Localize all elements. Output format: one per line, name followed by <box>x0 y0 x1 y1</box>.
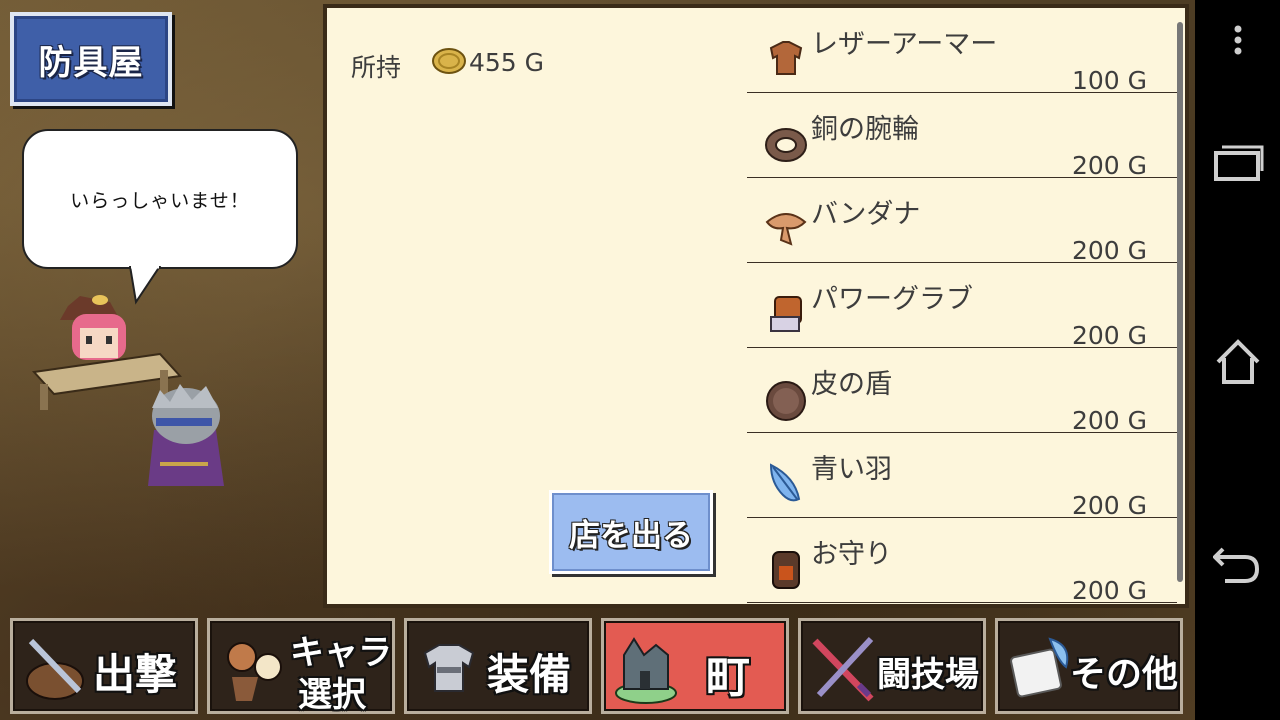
bandana-icon <box>765 213 807 246</box>
power-glove-icon <box>770 296 802 332</box>
item-price: 200 G <box>1071 236 1147 265</box>
item-name: パワーグラブ <box>811 284 973 315</box>
list-item[interactable]: パワーグラブ 200 G <box>747 263 1177 350</box>
leather-shield-icon <box>766 381 806 421</box>
equipment-label: 装備 <box>487 650 572 699</box>
arena-label: 闘技場 <box>877 655 979 695</box>
back-arrow-icon <box>1212 547 1259 583</box>
amulet-icon <box>772 551 800 589</box>
town-button[interactable]: 町 <box>601 618 789 714</box>
equipment-icon <box>423 644 475 692</box>
list-item[interactable]: バンダナ 200 G <box>747 178 1177 265</box>
char-select-label-line2: 選択 <box>298 675 366 715</box>
char-select-button[interactable]: キャラ 選択 <box>207 618 395 715</box>
speech-text: いらっしゃいませ！ <box>70 189 250 212</box>
item-price: 200 G <box>1071 151 1147 180</box>
list-item[interactable]: 青い羽 200 G <box>747 433 1177 520</box>
shop-scene <box>31 295 224 486</box>
arena-icon <box>812 636 874 702</box>
list-item[interactable]: レザーアーマー 100 G <box>747 8 1177 95</box>
other-button[interactable]: その他 <box>995 618 1183 714</box>
android-navigation-bar <box>1195 0 1280 720</box>
sortie-button[interactable]: 出撃 <box>10 618 198 714</box>
game-screen: 防具屋 いらっしゃいませ！ 所持 455 G 店を出る レザーアーマー 100 … <box>0 0 1195 720</box>
back-button[interactable] <box>1195 536 1280 590</box>
other-label: その他 <box>1070 654 1179 695</box>
item-name: レザーアーマー <box>811 29 998 60</box>
overflow-menu-icon <box>1234 25 1241 55</box>
item-list[interactable]: レザーアーマー 100 G 銅の腕輪 200 G バンダナ 200 G パワーグ… <box>747 8 1177 604</box>
town-label: 町 <box>706 652 750 703</box>
blue-feather-icon <box>769 463 801 502</box>
leather-armor-icon <box>769 41 803 75</box>
item-name: お守り <box>811 539 892 570</box>
recent-apps-icon <box>1213 145 1263 181</box>
speech-bubble: いらっしゃいませ！ <box>22 129 298 269</box>
bottom-menu: 出撃 キャラ 選択 装備 町 闘技場 その他 <box>0 612 1195 720</box>
menu-overflow-button[interactable] <box>1195 20 1280 60</box>
other-icon <box>1010 637 1069 698</box>
list-item[interactable]: 皮の盾 200 G <box>747 348 1177 435</box>
list-item[interactable]: お守り 200 G <box>747 518 1177 604</box>
equipment-button[interactable]: 装備 <box>404 618 592 714</box>
hero-sprite <box>148 384 224 486</box>
town-icon <box>615 637 677 704</box>
item-price: 200 G <box>1071 576 1147 604</box>
item-price: 200 G <box>1071 491 1147 520</box>
wallet-amount: 455 G <box>469 48 545 77</box>
shop-panel: 所持 455 G 店を出る レザーアーマー 100 G 銅の腕輪 200 G バ… <box>323 4 1189 608</box>
gold-coin-icon <box>432 48 466 74</box>
sortie-label: 出撃 <box>93 650 178 699</box>
wallet-label: 所持 <box>351 53 402 82</box>
recent-apps-button[interactable] <box>1195 136 1280 186</box>
item-name: 銅の腕輪 <box>811 114 919 145</box>
item-price: 200 G <box>1071 321 1147 350</box>
item-name: 青い羽 <box>811 454 892 485</box>
list-item[interactable]: 銅の腕輪 200 G <box>747 93 1177 180</box>
exit-shop-button[interactable]: 店を出る <box>549 490 713 574</box>
shop-title-plate: 防具屋 <box>10 12 172 106</box>
char-select-icon <box>227 642 282 701</box>
item-price: 200 G <box>1071 406 1147 435</box>
item-name: バンダナ <box>811 199 921 230</box>
item-name: 皮の盾 <box>811 369 892 400</box>
sortie-icon <box>26 638 84 700</box>
arena-button[interactable]: 闘技場 <box>798 618 986 714</box>
home-button[interactable] <box>1195 334 1280 388</box>
item-price: 100 G <box>1071 66 1147 95</box>
shop-title: 防具屋 <box>38 42 144 83</box>
item-list-scrollbar[interactable] <box>1177 22 1183 582</box>
exit-shop-label: 店を出る <box>569 517 693 554</box>
copper-bracelet-icon <box>765 128 807 162</box>
shopkeeper-sprite <box>60 295 126 360</box>
home-icon <box>1216 339 1259 384</box>
